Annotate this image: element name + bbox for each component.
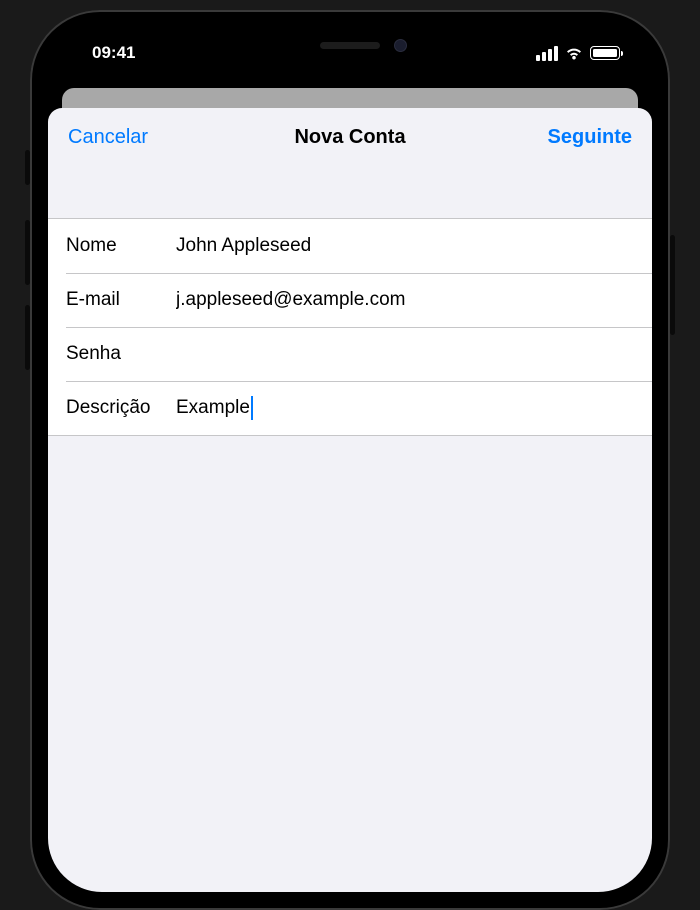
description-row[interactable]: Descrição Example bbox=[48, 381, 652, 435]
front-camera bbox=[394, 39, 407, 52]
password-label: Senha bbox=[66, 343, 176, 365]
side-button bbox=[670, 235, 675, 335]
account-form: Nome E-mail Senha Descrição Exam bbox=[48, 218, 652, 436]
side-button bbox=[25, 305, 30, 370]
screen: 09:41 Cancelar Nova bbox=[48, 28, 652, 892]
wifi-icon bbox=[564, 46, 584, 60]
description-label: Descrição bbox=[66, 397, 176, 419]
cellular-signal-icon bbox=[536, 46, 558, 61]
email-row[interactable]: E-mail bbox=[48, 273, 652, 327]
phone-frame: 09:41 Cancelar Nova bbox=[30, 10, 670, 910]
status-icons bbox=[536, 46, 622, 61]
next-button[interactable]: Seguinte bbox=[548, 126, 632, 149]
cancel-button[interactable]: Cancelar bbox=[68, 126, 148, 149]
description-input[interactable]: Example bbox=[176, 396, 634, 420]
status-time: 09:41 bbox=[78, 43, 135, 63]
password-row[interactable]: Senha bbox=[48, 327, 652, 381]
side-button bbox=[25, 220, 30, 285]
side-button bbox=[25, 150, 30, 185]
description-value: Example bbox=[176, 397, 250, 419]
battery-icon bbox=[590, 46, 620, 60]
name-label: Nome bbox=[66, 235, 176, 257]
name-row[interactable]: Nome bbox=[48, 219, 652, 273]
text-cursor bbox=[251, 396, 253, 420]
modal-header: Cancelar Nova Conta Seguinte bbox=[48, 108, 652, 218]
new-account-modal: Cancelar Nova Conta Seguinte Nome E-mail… bbox=[48, 108, 652, 892]
email-input[interactable] bbox=[176, 289, 634, 311]
speaker-grille bbox=[320, 42, 380, 49]
email-label: E-mail bbox=[66, 289, 176, 311]
notch bbox=[245, 28, 455, 63]
name-input[interactable] bbox=[176, 235, 634, 257]
password-input[interactable] bbox=[176, 343, 634, 365]
